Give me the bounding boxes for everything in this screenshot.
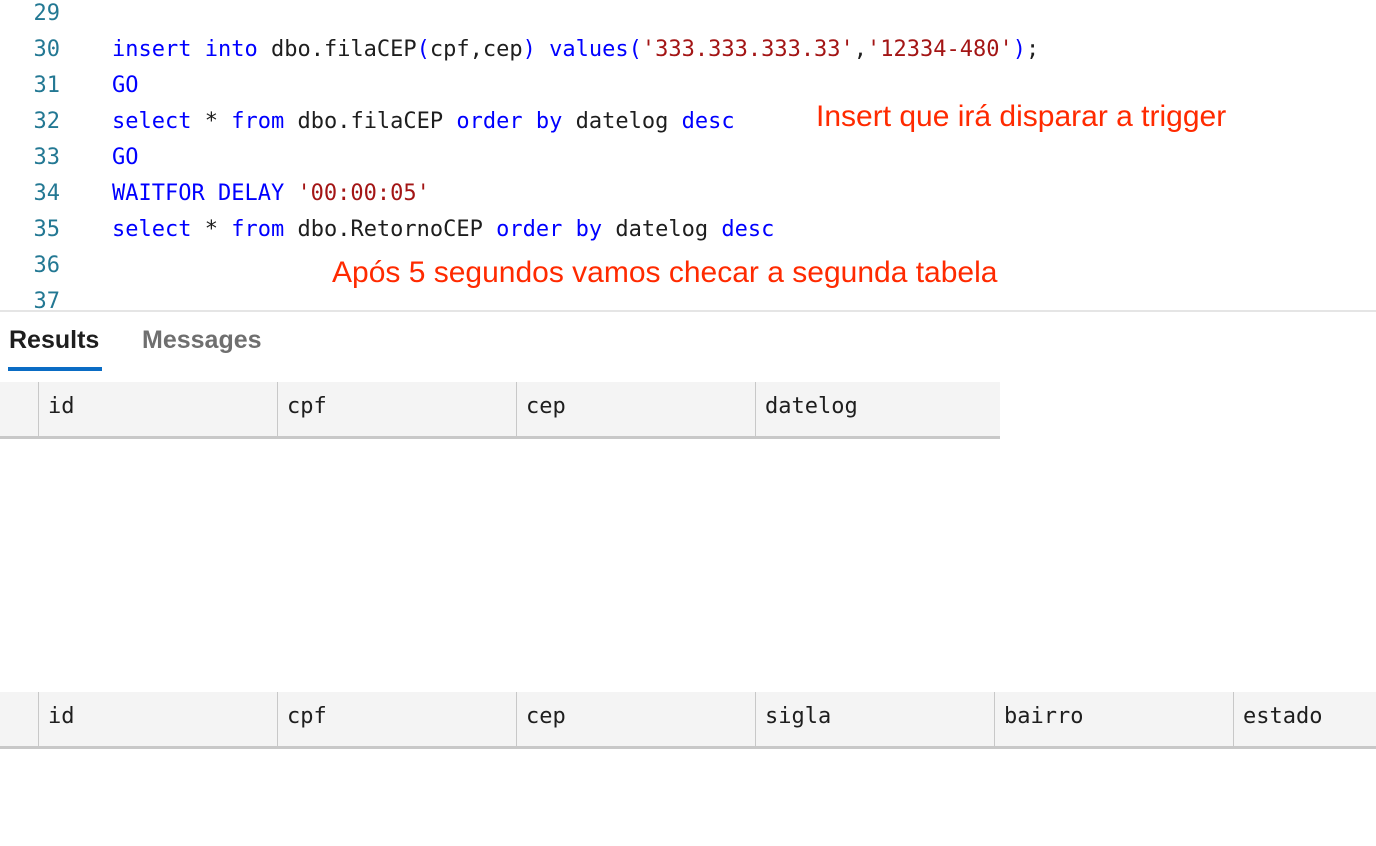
- line-number: 29: [33, 1, 61, 26]
- sql-keyword: ): [522, 37, 536, 62]
- line-number: 36: [33, 253, 61, 278]
- sql-text: ,: [853, 37, 868, 62]
- column-header-sigla[interactable]: sigla: [756, 692, 995, 746]
- sql-keyword: ): [1012, 37, 1026, 62]
- sql-keyword: order by: [496, 217, 603, 242]
- code-text[interactable]: WAITFOR DELAY '00:00:05': [112, 176, 430, 212]
- code-text[interactable]: GO: [112, 140, 139, 176]
- results-grid-filacep-header: id cpf cep datelog: [0, 382, 1000, 439]
- sql-keyword: from: [231, 109, 285, 134]
- column-header-cpf[interactable]: cpf: [278, 692, 517, 746]
- code-line[interactable]: 31 GO: [0, 68, 1376, 104]
- line-number: 32: [33, 109, 61, 134]
- sql-text: datelog: [562, 109, 682, 134]
- code-text[interactable]: GO: [112, 68, 139, 104]
- sql-keyword: GO: [112, 73, 139, 98]
- column-header-bairro[interactable]: bairro: [995, 692, 1234, 746]
- sql-text: dbo.RetornoCEP: [284, 217, 497, 242]
- sql-text: dbo.filaCEP: [284, 109, 457, 134]
- line-number: 33: [33, 145, 61, 170]
- code-line[interactable]: 35 select * from dbo.RetornoCEP order by …: [0, 212, 1376, 248]
- column-header-estado[interactable]: estado: [1234, 692, 1376, 746]
- results-tabbar: Results Messages: [0, 312, 1376, 374]
- column-header-cep[interactable]: cep: [517, 692, 756, 746]
- sql-text: *: [191, 109, 232, 134]
- sql-keyword: select: [112, 109, 192, 134]
- sql-text: *: [191, 217, 232, 242]
- sql-text: ;: [1026, 37, 1040, 62]
- sql-keyword: into: [204, 37, 258, 62]
- row-selector-gutter[interactable]: [0, 382, 39, 436]
- column-header-datelog[interactable]: datelog: [756, 382, 995, 436]
- sql-keyword: from: [231, 217, 285, 242]
- sql-keyword: insert: [112, 37, 192, 62]
- sql-keyword: select: [112, 217, 192, 242]
- sql-string: '12334-480': [867, 37, 1013, 62]
- annotation-insert-trigger: Insert que irá disparar a trigger: [816, 100, 1227, 133]
- tab-messages[interactable]: Messages: [142, 326, 262, 355]
- line-number: 37: [33, 289, 61, 311]
- code-line[interactable]: 30 insert into dbo.filaCEP(cpf,cep) value…: [0, 32, 1376, 68]
- sql-text: dbo.filaCEP: [257, 37, 417, 62]
- sql-keyword: values: [549, 37, 629, 62]
- code-line[interactable]: 33 GO: [0, 140, 1376, 176]
- column-header-cep[interactable]: cep: [517, 382, 756, 436]
- sql-keyword: (: [628, 37, 642, 62]
- code-text[interactable]: select * from dbo.RetornoCEP order by da…: [112, 212, 774, 248]
- sql-keyword: GO: [112, 145, 139, 170]
- row-selector-gutter[interactable]: [0, 692, 39, 746]
- sql-string: '333.333.333.33': [641, 37, 854, 62]
- line-number: 31: [33, 73, 61, 98]
- tab-results[interactable]: Results: [9, 326, 99, 355]
- column-header-id[interactable]: id: [39, 692, 278, 746]
- code-text[interactable]: select * from dbo.filaCEP order by datel…: [112, 104, 735, 140]
- sql-keyword: (: [416, 37, 430, 62]
- column-header-cpf[interactable]: cpf: [278, 382, 517, 436]
- annotation-wait-second-table: Após 5 segundos vamos checar a segunda t…: [332, 256, 998, 289]
- code-text[interactable]: insert into dbo.filaCEP(cpf,cep) values(…: [112, 32, 1039, 68]
- sql-string: '00:00:05': [297, 181, 430, 206]
- sql-keyword: desc: [681, 109, 735, 134]
- sql-text: datelog: [602, 217, 722, 242]
- sql-keyword: desc: [721, 217, 775, 242]
- sql-keyword: order by: [456, 109, 563, 134]
- sql-text: cpf,cep: [429, 37, 523, 62]
- line-number: 35: [33, 217, 61, 242]
- results-grid-retornocep-header: id cpf cep sigla bairro estado: [0, 692, 1376, 749]
- tab-results-underline: [8, 367, 102, 371]
- code-line[interactable]: 29: [0, 0, 1376, 32]
- line-number: 30: [33, 37, 61, 62]
- code-line[interactable]: 34 WAITFOR DELAY '00:00:05': [0, 176, 1376, 212]
- sql-keyword: WAITFOR DELAY: [112, 181, 285, 206]
- line-number: 34: [33, 181, 61, 206]
- column-header-id[interactable]: id: [39, 382, 278, 436]
